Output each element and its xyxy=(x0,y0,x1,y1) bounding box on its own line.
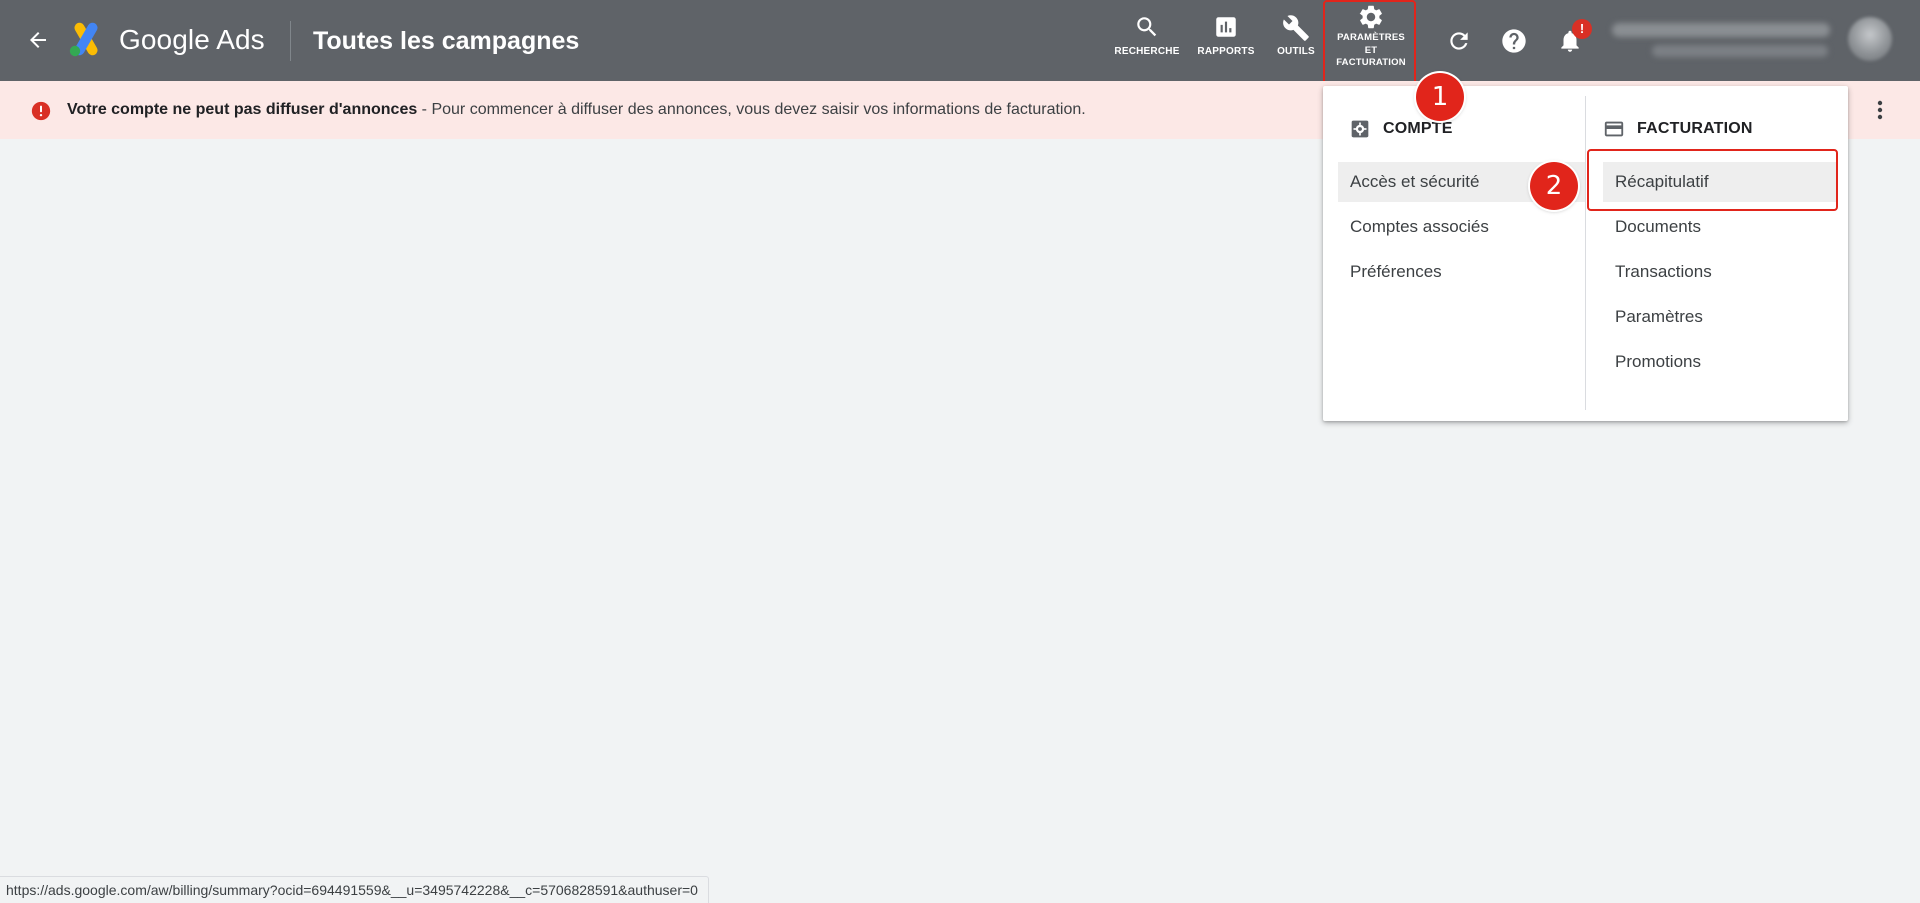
gear-icon xyxy=(1326,3,1416,29)
menu-column-divider xyxy=(1585,96,1586,410)
account-name-blurred xyxy=(1612,23,1830,37)
reports-label: RAPPORTS xyxy=(1197,46,1255,57)
settings-billing-menu: COMPTE Accès et sécurité Comptes associé… xyxy=(1323,86,1848,421)
billing-section-heading: FACTURATION xyxy=(1603,118,1753,140)
alert-message: Votre compte ne peut pas diffuser d'anno… xyxy=(67,101,1086,119)
menu-item-promotions[interactable]: Promotions xyxy=(1603,342,1838,382)
back-arrow-icon[interactable] xyxy=(20,22,56,58)
menu-item-billing-settings[interactable]: Paramètres xyxy=(1603,297,1838,337)
account-section-heading: COMPTE xyxy=(1349,118,1453,140)
settings-label-line2: ET xyxy=(1364,44,1378,56)
brand-name: Google Ads xyxy=(119,24,265,55)
alert-message-rest: - Pour commencer à diffuser des annonces… xyxy=(417,101,1086,118)
google-ads-logo-icon[interactable] xyxy=(66,22,104,58)
settings-billing-label: PARAMÈTRES ET FACTURATION xyxy=(1326,32,1416,70)
search-icon xyxy=(1108,14,1186,40)
step-marker-2: 2 xyxy=(1530,162,1578,210)
header-divider xyxy=(290,21,291,61)
page-title: Toutes les campagnes xyxy=(313,27,580,55)
menu-item-linked-accounts[interactable]: Comptes associés xyxy=(1338,207,1585,247)
credit-card-icon xyxy=(1603,118,1625,140)
wrench-icon xyxy=(1266,14,1326,41)
menu-item-summary[interactable]: Récapitulatif xyxy=(1603,162,1838,202)
avatar[interactable] xyxy=(1848,17,1892,61)
help-icon[interactable] xyxy=(1497,24,1531,58)
alert-message-bold: Votre compte ne peut pas diffuser d'anno… xyxy=(67,101,418,118)
bar-chart-icon xyxy=(1186,14,1266,40)
menu-item-preferences[interactable]: Préférences xyxy=(1338,252,1585,292)
step-marker-1: 1 xyxy=(1416,73,1464,121)
account-heading-label: COMPTE xyxy=(1383,120,1453,137)
error-icon xyxy=(31,101,51,121)
top-app-bar: Google Ads Toutes les campagnes RECHERCH… xyxy=(0,0,1920,81)
settings-label-line3: FACTURATION xyxy=(1336,57,1406,68)
refresh-icon[interactable] xyxy=(1442,24,1476,58)
tools-button[interactable]: OUTILS xyxy=(1266,14,1326,58)
settings-billing-button[interactable]: PARAMÈTRES ET FACTURATION xyxy=(1326,3,1416,70)
settings-label-line1: PARAMÈTRES xyxy=(1337,32,1405,43)
tools-label: OUTILS xyxy=(1277,46,1315,57)
billing-heading-label: FACTURATION xyxy=(1637,120,1753,137)
settings-box-icon xyxy=(1349,118,1371,140)
account-email-blurred xyxy=(1652,45,1828,57)
notification-badge: ! xyxy=(1572,19,1592,39)
browser-status-url: https://ads.google.com/aw/billing/summar… xyxy=(0,876,709,903)
account-info-blurred[interactable] xyxy=(1612,19,1830,61)
reports-button[interactable]: RAPPORTS xyxy=(1186,14,1266,58)
search-button[interactable]: RECHERCHE xyxy=(1108,14,1186,58)
menu-item-transactions[interactable]: Transactions xyxy=(1603,252,1838,292)
more-vert-icon[interactable] xyxy=(1866,96,1894,124)
search-label: RECHERCHE xyxy=(1114,46,1180,57)
menu-item-documents[interactable]: Documents xyxy=(1603,207,1838,247)
